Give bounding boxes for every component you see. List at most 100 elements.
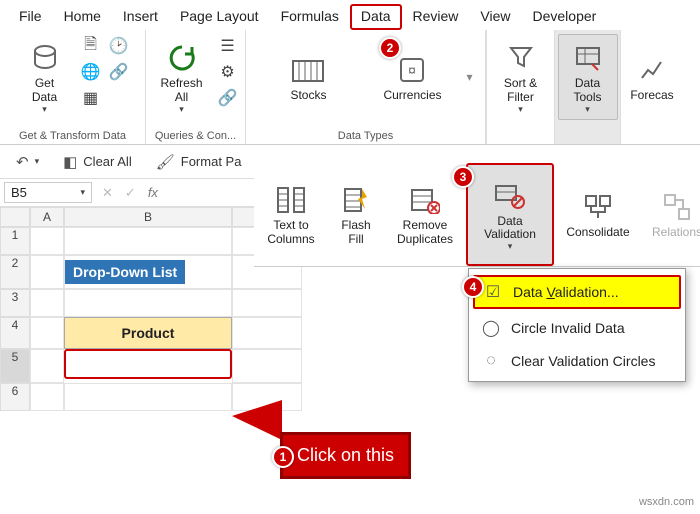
text-to-columns-button[interactable]: Text to Columns	[254, 163, 328, 266]
select-all-corner[interactable]	[0, 207, 30, 227]
chevron-down-icon: ▾	[179, 104, 184, 114]
data-tools-panel: Text to Columns Flash Fill Remove Duplic…	[254, 163, 700, 267]
cell-a3[interactable]	[30, 289, 64, 317]
data-validation-menu: ☑ Data Validation... ◯ Circle Invalid Da…	[468, 268, 686, 382]
consolidate-button[interactable]: Consolidate	[554, 163, 642, 266]
sort-filter-label: Sort & Filter	[504, 77, 537, 105]
edit-links-icon[interactable]: 🔗	[216, 86, 240, 110]
data-tools-button[interactable]: Data Tools ▾	[558, 34, 618, 120]
group-get-transform: Get Data ▾ 🗎 🌐 ▦ 🕑 🔗 Get & Transform Dat…	[0, 30, 146, 144]
row-header-6[interactable]: 6	[0, 383, 30, 411]
clear-all-button[interactable]: ◧ Clear All	[57, 151, 138, 173]
chevron-down-icon: ▾	[585, 104, 590, 114]
fx-icon[interactable]: fx	[142, 185, 164, 200]
existing-conn-icon[interactable]: 🔗	[107, 60, 131, 84]
cell-a2[interactable]	[30, 255, 64, 289]
menu-clear-circles[interactable]: ◌ Clear Validation Circles	[469, 345, 685, 377]
format-painter-button[interactable]: 🖌 Format Pa	[150, 151, 248, 173]
menu-circle-invalid-label: Circle Invalid Data	[511, 320, 625, 336]
forecast-button[interactable]: Forecas	[622, 34, 682, 120]
tab-view[interactable]: View	[469, 4, 521, 30]
cell-a1[interactable]	[30, 227, 64, 255]
remove-duplicates-label: Remove Duplicates	[397, 219, 453, 247]
tab-review[interactable]: Review	[402, 4, 470, 30]
group-queries-title: Queries & Con...	[155, 128, 236, 142]
cell-b5[interactable]	[64, 349, 232, 379]
cell-b1[interactable]	[64, 227, 232, 255]
col-header-a[interactable]: A	[30, 207, 64, 227]
watermark: wsxdn.com	[639, 496, 694, 508]
eraser-icon: ◧	[63, 153, 77, 171]
tab-insert[interactable]: Insert	[112, 4, 169, 30]
row-header-3[interactable]: 3	[0, 289, 30, 317]
undo-icon: ↶	[16, 153, 29, 171]
col-header-b[interactable]: B	[64, 207, 232, 227]
menu-circle-invalid[interactable]: ◯ Circle Invalid Data	[469, 311, 685, 345]
menu-data-validation-label: Data Validation...	[513, 284, 619, 300]
cell-c3[interactable]	[232, 289, 302, 317]
enter-icon[interactable]: ✓	[119, 185, 142, 201]
from-text-icon[interactable]: 🗎	[79, 34, 103, 58]
get-data-icon	[28, 40, 62, 76]
cell-b6[interactable]	[64, 383, 232, 411]
forecast-group: Forecas	[621, 30, 683, 144]
paintbrush-icon: 🖌	[156, 153, 175, 171]
circle-invalid-icon: ◯	[481, 318, 501, 338]
currencies-icon: ¤	[395, 52, 429, 88]
cell-b3[interactable]	[64, 289, 232, 317]
queries-icon[interactable]: ☰	[216, 34, 240, 58]
cell-b2[interactable]: Drop-Down List	[64, 255, 232, 289]
row-header-5[interactable]: 5	[0, 349, 30, 383]
chevron-down-icon: ▾	[35, 156, 40, 167]
cell-a5[interactable]	[30, 349, 64, 383]
scroll-more-icon[interactable]: ▾	[466, 70, 472, 84]
cancel-icon[interactable]: ✕	[96, 185, 119, 201]
svg-text:¤: ¤	[409, 62, 417, 78]
row-header-4[interactable]: 4	[0, 317, 30, 349]
row-header-1[interactable]: 1	[0, 227, 30, 255]
relations-icon	[663, 189, 691, 225]
stocks-button[interactable]: Stocks	[258, 42, 358, 112]
cell-a6[interactable]	[30, 383, 64, 411]
recent-sources-icon[interactable]: 🕑	[107, 34, 131, 58]
chevron-down-icon: ▾	[518, 104, 523, 114]
row-header-2[interactable]: 2	[0, 255, 30, 289]
refresh-all-button[interactable]: Refresh All ▾	[152, 34, 212, 120]
tab-data[interactable]: Data	[350, 4, 402, 30]
get-transform-mini: 🗎 🌐 ▦	[79, 34, 103, 120]
tab-home[interactable]: Home	[53, 4, 112, 30]
cell-b4[interactable]: Product	[64, 317, 232, 349]
consolidate-icon	[583, 189, 613, 225]
tab-page-layout[interactable]: Page Layout	[169, 4, 270, 30]
refresh-all-label: Refresh All	[160, 77, 202, 105]
step-badge-4: 4	[462, 276, 484, 298]
cell-a4[interactable]	[30, 317, 64, 349]
consolidate-label: Consolidate	[566, 226, 629, 240]
tab-file[interactable]: File	[8, 4, 53, 30]
data-validation-icon	[494, 178, 526, 214]
menu-data-validation[interactable]: ☑ Data Validation...	[473, 275, 681, 309]
from-table-icon[interactable]: ▦	[79, 86, 103, 110]
cell-c4[interactable]	[232, 317, 302, 349]
name-box[interactable]: B5 ▾	[4, 182, 92, 203]
tab-developer[interactable]: Developer	[522, 4, 608, 30]
text-to-columns-icon	[276, 182, 306, 218]
group-queries: Refresh All ▾ ☰ ⚙ 🔗 Queries & Con...	[146, 30, 246, 144]
data-validation-button[interactable]: Data Validation ▾	[466, 163, 554, 266]
flash-fill-icon	[342, 182, 370, 218]
properties-icon[interactable]: ⚙	[216, 60, 240, 84]
undo-button[interactable]: ↶ ▾	[10, 151, 45, 173]
step-badge-2: 2	[379, 37, 401, 59]
text-to-columns-label: Text to Columns	[267, 219, 314, 247]
tab-formulas[interactable]: Formulas	[270, 4, 350, 30]
group-data-types: Stocks ¤ Currencies ▾ Data Types	[246, 30, 486, 144]
from-web-icon[interactable]: 🌐	[79, 60, 103, 84]
data-tools-icon	[574, 40, 602, 76]
cell-c5[interactable]	[232, 349, 302, 383]
get-data-button[interactable]: Get Data ▾	[15, 34, 75, 120]
get-data-label: Get Data	[32, 77, 57, 105]
currencies-button[interactable]: ¤ Currencies	[362, 42, 462, 112]
sort-filter-button[interactable]: Sort & Filter ▾	[491, 34, 551, 120]
flash-fill-button[interactable]: Flash Fill	[328, 163, 384, 266]
stocks-icon	[291, 52, 325, 88]
